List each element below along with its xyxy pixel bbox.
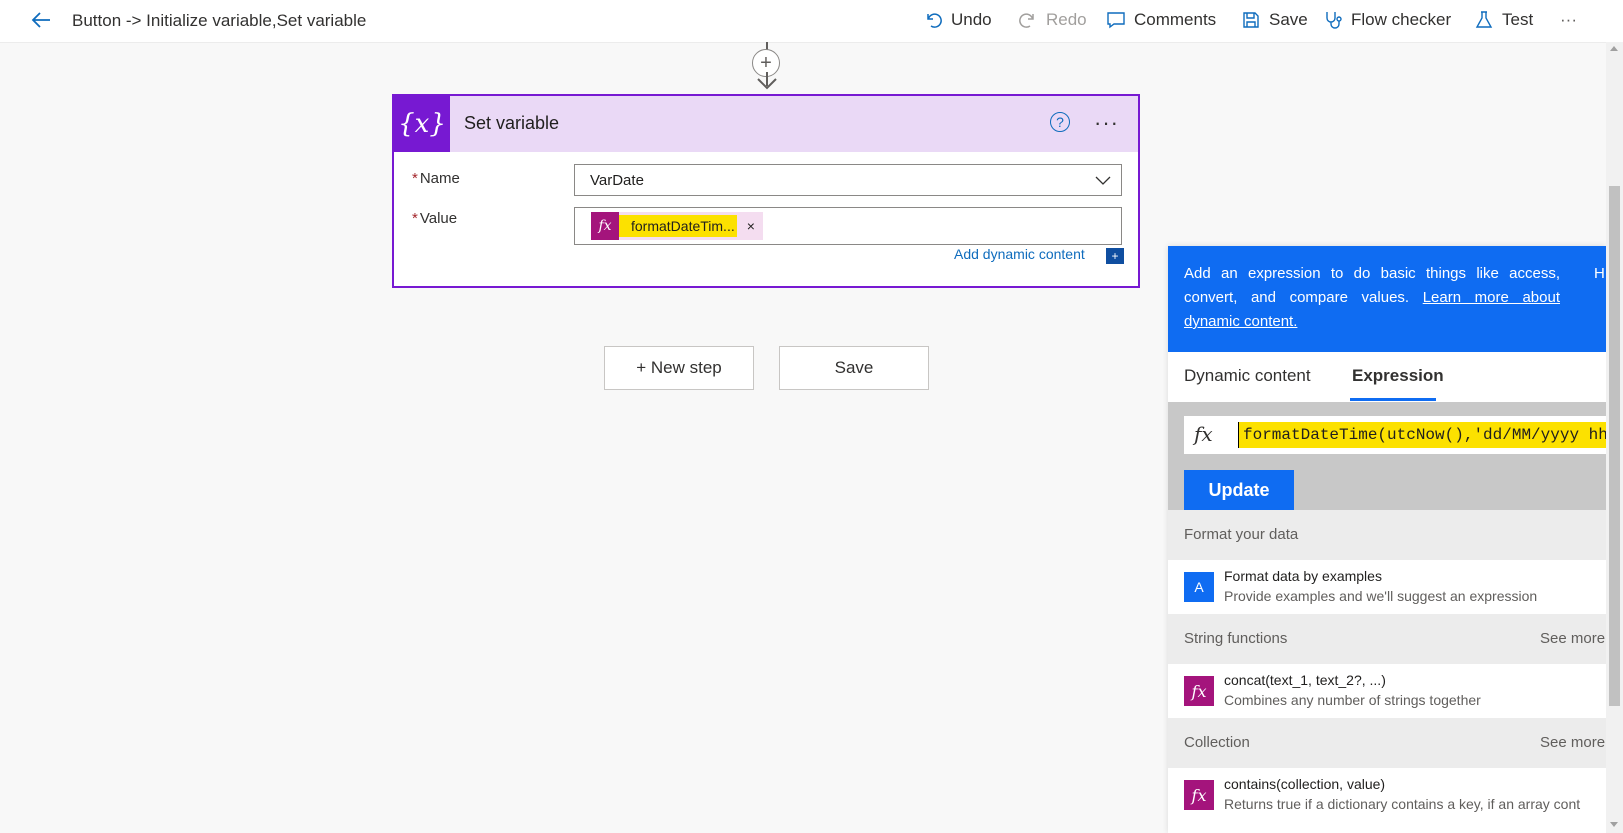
item-description: Provide examples and we'll suggest an ex…	[1224, 588, 1538, 604]
undo-label: Undo	[951, 10, 992, 29]
save-icon	[1243, 12, 1259, 28]
card-header[interactable]: {x} Set variable ? ···	[394, 96, 1138, 152]
info-overflow-text: H	[1594, 265, 1605, 282]
expression-editor-area: fx formatDateTime(utcNow(),'dd/MM/yyyy h…	[1168, 402, 1606, 510]
vertical-scrollbar[interactable]	[1606, 42, 1623, 833]
list-item-concat[interactable]: fx concat(text_1, text_2?, ...) Combines…	[1168, 664, 1606, 718]
save-toolbar-button[interactable]: Save	[1241, 8, 1308, 32]
redo-button[interactable]: Redo	[1018, 8, 1087, 32]
expression-input[interactable]: fx formatDateTime(utcNow(),'dd/MM/yyyy h…	[1184, 416, 1606, 454]
comments-button[interactable]: Comments	[1106, 8, 1216, 32]
new-step-button[interactable]: + New step	[604, 346, 754, 390]
section-label: String functions	[1184, 630, 1288, 647]
stethoscope-icon	[1326, 12, 1342, 29]
undo-button[interactable]: Undo	[923, 8, 992, 32]
scroll-up-icon[interactable]	[1610, 46, 1618, 51]
name-value: VarDate	[590, 172, 644, 189]
test-button[interactable]: Test	[1474, 8, 1533, 32]
more-options-button[interactable]: ···	[1560, 8, 1577, 32]
redo-icon	[1019, 13, 1034, 28]
test-label: Test	[1502, 10, 1534, 29]
save-toolbar-label: Save	[1269, 10, 1308, 29]
expression-text: formatDateTime(utcNow(),'dd/MM/yyyy hh	[1238, 422, 1606, 448]
remove-token-icon[interactable]: ×	[737, 218, 763, 234]
name-dropdown[interactable]: VarDate	[574, 164, 1122, 196]
add-dynamic-content-link[interactable]: Add dynamic content	[954, 246, 1085, 262]
item-title: concat(text_1, text_2?, ...)	[1224, 672, 1386, 688]
value-label: * Value	[412, 210, 458, 227]
scroll-down-icon[interactable]	[1610, 822, 1618, 827]
list-item-contains[interactable]: fx contains(collection, value) Returns t…	[1168, 768, 1606, 822]
card-menu-button[interactable]: ···	[1094, 110, 1119, 136]
chevron-down-icon	[1095, 176, 1111, 185]
tab-expression[interactable]: Expression	[1352, 366, 1444, 386]
active-tab-indicator	[1350, 398, 1436, 401]
command-bar: Button -> Initialize variable,Set variab…	[0, 0, 1623, 43]
fx-icon: fx	[591, 212, 619, 240]
item-title: Format data by examples	[1224, 568, 1382, 584]
info-text: Add an expression to do basic things lik…	[1184, 265, 1560, 330]
section-string-functions: String functions See more	[1168, 614, 1606, 664]
panel-info-banner: Add an expression to do basic things lik…	[1168, 246, 1606, 352]
section-label: Format your data	[1184, 526, 1299, 543]
token-label: formatDateTim...	[619, 215, 737, 237]
flow-checker-button[interactable]: Flow checker	[1323, 8, 1451, 32]
fx-icon: fx	[1194, 422, 1213, 446]
redo-label: Redo	[1046, 10, 1087, 29]
expression-panel: Add an expression to do basic things lik…	[1168, 246, 1606, 833]
list-item-format-by-examples[interactable]: A Format data by examples Provide exampl…	[1168, 560, 1606, 614]
card-title: Set variable	[464, 113, 560, 133]
fx-icon: fx	[1184, 780, 1214, 810]
comment-icon	[1107, 12, 1125, 29]
item-description: Returns true if a dictionary contains a …	[1224, 796, 1581, 812]
scroll-thumb[interactable]	[1609, 186, 1620, 706]
update-button[interactable]: Update	[1184, 470, 1294, 510]
item-description: Combines any number of strings together	[1224, 692, 1481, 708]
name-label: * Name	[412, 170, 460, 187]
see-more-link[interactable]: See more	[1540, 630, 1605, 647]
undo-icon	[927, 13, 942, 28]
arrow-left-icon[interactable]	[30, 8, 54, 32]
section-format-your-data: Format your data	[1168, 510, 1606, 560]
expression-token[interactable]: fx formatDateTim... ×	[591, 212, 763, 240]
arrow-down-icon	[757, 72, 777, 90]
panel-tabs: Dynamic content Expression	[1168, 352, 1606, 402]
tab-dynamic-content[interactable]: Dynamic content	[1184, 366, 1311, 386]
flow-checker-label: Flow checker	[1351, 10, 1452, 29]
see-more-link[interactable]: See more	[1540, 734, 1605, 751]
set-variable-card: {x} Set variable ? ··· * Name VarDate * Va…	[392, 94, 1140, 288]
section-label: Collection	[1184, 734, 1250, 751]
save-button[interactable]: Save	[779, 346, 929, 390]
comments-label: Comments	[1134, 10, 1217, 29]
section-collection: Collection See more	[1168, 718, 1606, 768]
variable-icon: {x}	[394, 96, 450, 152]
add-dynamic-plus-icon[interactable]: +	[1106, 248, 1124, 264]
format-examples-icon: A	[1184, 572, 1214, 602]
flask-icon	[1475, 11, 1493, 28]
value-field[interactable]: fx formatDateTim... ×	[574, 207, 1122, 245]
flow-title: Button -> Initialize variable,Set variab…	[72, 11, 367, 30]
fx-icon: fx	[1184, 676, 1214, 706]
help-icon[interactable]: ?	[1050, 112, 1070, 132]
item-title: contains(collection, value)	[1224, 776, 1386, 792]
